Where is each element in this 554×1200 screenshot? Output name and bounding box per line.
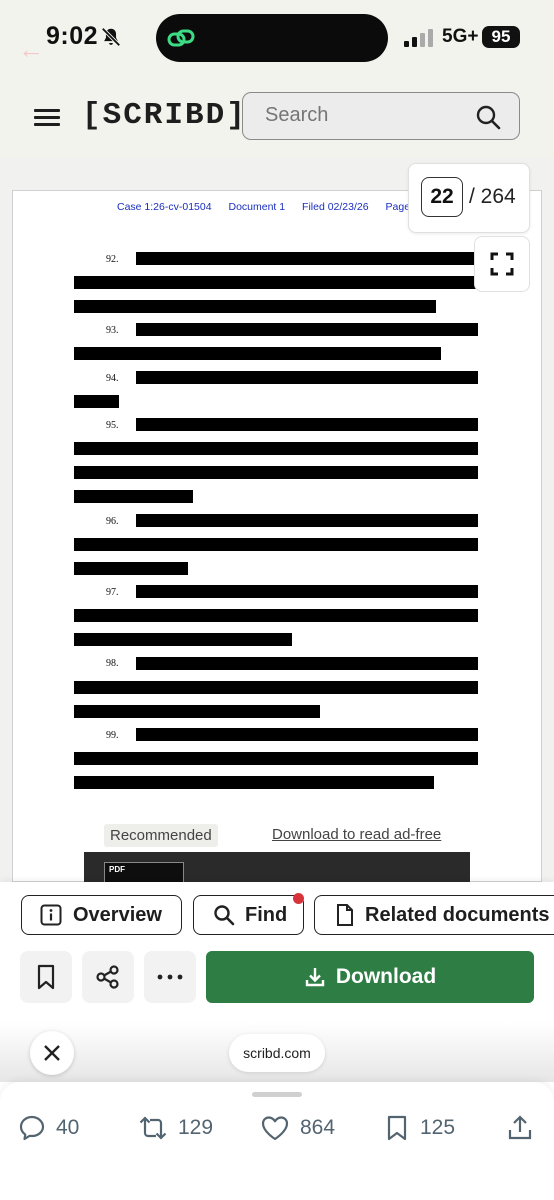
total-pages: / 264 <box>469 185 516 208</box>
paragraph-number: 94. <box>106 373 119 384</box>
more-options-button[interactable] <box>144 951 196 1003</box>
redaction-bar <box>74 347 441 360</box>
paragraph-number: 96. <box>106 516 119 527</box>
redaction-bar <box>136 585 478 598</box>
fullscreen-button[interactable] <box>474 236 530 292</box>
share-button[interactable] <box>82 951 134 1003</box>
reply-icon <box>19 1115 45 1141</box>
paragraph-number: 97. <box>106 587 119 598</box>
redaction-bar <box>74 466 478 479</box>
notification-dot <box>293 893 304 904</box>
search-input[interactable] <box>265 93 465 138</box>
like-count: 864 <box>300 1116 336 1139</box>
document-page: Case 1:26-cv-01504 Document 1 Filed 02/2… <box>12 190 542 882</box>
download-icon <box>305 968 325 987</box>
heart-icon <box>261 1116 289 1141</box>
close-icon <box>44 1045 60 1061</box>
current-page-input[interactable]: 22 <box>421 177 463 217</box>
redaction-bar <box>136 514 478 527</box>
sheet-grabber[interactable] <box>252 1092 302 1097</box>
reply-count: 40 <box>56 1116 80 1139</box>
signal-icon <box>404 29 436 47</box>
redaction-bar <box>136 323 478 336</box>
download-button[interactable]: Download <box>206 951 534 1003</box>
search-icon <box>214 905 235 926</box>
paragraph-number: 99. <box>106 730 119 741</box>
social-action-bar: 40 129 864 125 <box>0 1082 554 1200</box>
redaction-bar <box>74 705 320 718</box>
redaction-bar <box>74 300 436 313</box>
redaction-bar <box>74 609 478 622</box>
more-icon <box>157 974 183 980</box>
info-icon <box>40 904 62 926</box>
close-browser-button[interactable] <box>30 1031 74 1075</box>
url-bar[interactable]: scribd.com <box>229 1034 325 1072</box>
document-number: Document 1 <box>228 201 286 213</box>
network-type: 5G+ <box>442 26 479 47</box>
menu-icon[interactable] <box>34 109 60 127</box>
redaction-bar <box>136 371 478 384</box>
back-arrow-icon[interactable]: ← <box>18 34 44 65</box>
repost-icon <box>139 1116 167 1140</box>
redaction-bar <box>136 728 478 741</box>
download-ad-free-link[interactable]: Download to read ad-free <box>272 826 441 843</box>
bookmark-post-button[interactable]: 125 <box>384 1114 455 1142</box>
filed-date: Filed 02/23/26 <box>302 201 369 213</box>
repost-count: 129 <box>178 1116 214 1139</box>
bookmark-count: 125 <box>420 1116 456 1139</box>
bookmark-icon <box>37 964 55 990</box>
paragraph-number: 95. <box>106 420 119 431</box>
download-label: Download <box>335 965 437 988</box>
status-time: 9:02 <box>46 22 99 50</box>
expand-icon <box>490 252 514 276</box>
redaction-bar <box>74 490 193 503</box>
share-icon <box>96 965 119 989</box>
share-upload-icon <box>508 1115 532 1140</box>
case-header: Case 1:26-cv-01504 Document 1 Filed 02/2… <box>117 201 433 213</box>
battery-indicator: 95 <box>482 26 520 48</box>
redaction-bar <box>74 776 434 789</box>
overview-label: Overview <box>73 903 162 926</box>
scribd-logo[interactable]: [SCRIBD] <box>82 98 247 133</box>
related-documents-button[interactable]: Related documents <box>314 895 554 935</box>
search-bar[interactable] <box>242 92 520 140</box>
redaction-bar <box>74 562 188 575</box>
redaction-bar <box>136 252 478 265</box>
redaction-bar <box>136 418 478 431</box>
pdf-badge: PDF <box>109 865 125 874</box>
search-icon[interactable] <box>475 104 501 130</box>
paragraph-number: 93. <box>106 325 119 336</box>
redaction-bar <box>74 395 119 408</box>
related-documents-label: Related documents <box>365 903 550 926</box>
like-button[interactable]: 864 <box>260 1114 335 1142</box>
bell-muted-icon <box>101 27 121 47</box>
find-label: Find <box>245 903 288 926</box>
paragraph-number: 92. <box>106 254 119 265</box>
paragraph-number: 98. <box>106 658 119 669</box>
redaction-bar <box>74 442 478 455</box>
case-number: Case 1:26-cv-01504 <box>117 201 212 213</box>
find-button[interactable]: Find <box>193 895 304 935</box>
redaction-bar <box>74 633 292 646</box>
page-counter: 22 / 264 <box>408 163 530 233</box>
redaction-bar <box>136 657 478 670</box>
reply-button[interactable]: 40 <box>18 1114 79 1142</box>
redaction-bar <box>74 681 478 694</box>
overview-button[interactable]: Overview <box>21 895 182 935</box>
link-app-icon <box>167 29 195 47</box>
repost-button[interactable]: 129 <box>138 1114 213 1142</box>
share-post-button[interactable] <box>506 1114 544 1142</box>
document-viewer[interactable]: Case 1:26-cv-01504 Document 1 Filed 02/2… <box>0 158 554 882</box>
bookmark-icon <box>387 1115 407 1141</box>
redaction-bar <box>74 538 478 551</box>
bookmark-button[interactable] <box>20 951 72 1003</box>
document-icon <box>337 904 353 926</box>
redaction-bar <box>74 276 478 289</box>
redaction-bar <box>74 752 478 765</box>
recommended-label: Recommended <box>104 824 218 847</box>
